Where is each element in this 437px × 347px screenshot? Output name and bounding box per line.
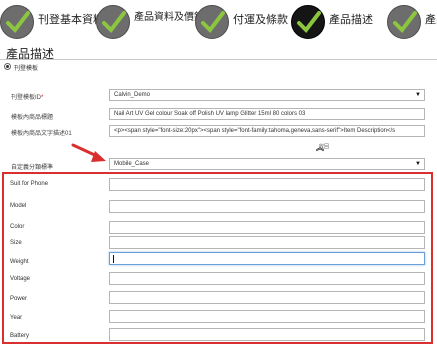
category-label: 自定義分類標準 bbox=[11, 165, 54, 171]
attr-label-year: Year bbox=[10, 315, 23, 321]
attr-input-year[interactable] bbox=[109, 310, 425, 323]
title-input[interactable]: Nail Art UV Gel colour Soak off Polish U… bbox=[109, 108, 425, 120]
template-id-select[interactable]: Calvin_Demo ▼ bbox=[109, 89, 425, 101]
attr-input-suit-for-phone[interactable] bbox=[109, 178, 425, 191]
step-label: 付運及條款 bbox=[233, 14, 288, 26]
attr-input-power[interactable] bbox=[109, 291, 425, 304]
wizard-steps: 刊登基本資料 產品資料及價錢 付運及條款 產品描述 產品圖 bbox=[0, 0, 437, 44]
template-radio[interactable] bbox=[4, 63, 11, 70]
dropdown-caret-icon: ▼ bbox=[415, 161, 421, 167]
title-label: 模板內商品標題 bbox=[11, 115, 54, 121]
attr-label-color: Color bbox=[10, 224, 25, 230]
attr-input-size[interactable] bbox=[109, 236, 425, 249]
attr-label-suit-for-phone: Suit for Phone bbox=[10, 181, 49, 187]
attr-label-power: Power bbox=[10, 296, 28, 302]
dropdown-caret-icon: ▼ bbox=[415, 92, 421, 98]
attr-label-size: Size bbox=[10, 240, 22, 246]
attr-label-weight: Weight bbox=[10, 259, 29, 265]
collapse-toggle-label[interactable]: 收回 bbox=[319, 143, 329, 150]
checkmark-icon bbox=[195, 5, 229, 39]
description-label: 模板內商品文字描述01 bbox=[11, 131, 72, 137]
annotation-arrow-icon bbox=[71, 143, 106, 162]
template-id-value: Calvin_Demo bbox=[114, 92, 151, 98]
attr-label-model: Model bbox=[10, 203, 27, 209]
checkmark-icon bbox=[96, 5, 130, 39]
attr-input-color[interactable] bbox=[109, 221, 425, 234]
attr-input-model[interactable] bbox=[109, 200, 425, 213]
attr-label-battery: Battery bbox=[10, 333, 30, 339]
category-value: Mobile_Case bbox=[114, 161, 150, 167]
attr-input-weight[interactable] bbox=[109, 252, 425, 265]
template-id-label: 刊登模板ID* bbox=[11, 95, 44, 101]
required-mark: * bbox=[41, 95, 44, 101]
attr-input-voltage[interactable] bbox=[109, 272, 425, 285]
template-radio-label: 刊登模板 bbox=[14, 66, 39, 72]
text-cursor bbox=[113, 255, 114, 263]
description-input[interactable]: <p><span style="font-size:20px"><span st… bbox=[109, 125, 425, 137]
step-label: 產品描述 bbox=[329, 14, 373, 26]
attr-label-voltage: Voltage bbox=[10, 276, 31, 282]
step-label: 產品資料及價錢 bbox=[134, 12, 204, 23]
step-label: 產品圖 bbox=[425, 14, 437, 26]
section-divider bbox=[0, 59, 437, 60]
checkmark-icon bbox=[291, 5, 325, 39]
step-label: 刊登基本資料 bbox=[38, 14, 104, 26]
attr-input-battery[interactable] bbox=[109, 328, 425, 341]
checkmark-icon bbox=[0, 5, 34, 39]
category-select[interactable]: Mobile_Case ▼ bbox=[109, 158, 425, 170]
checkmark-icon bbox=[387, 5, 421, 39]
